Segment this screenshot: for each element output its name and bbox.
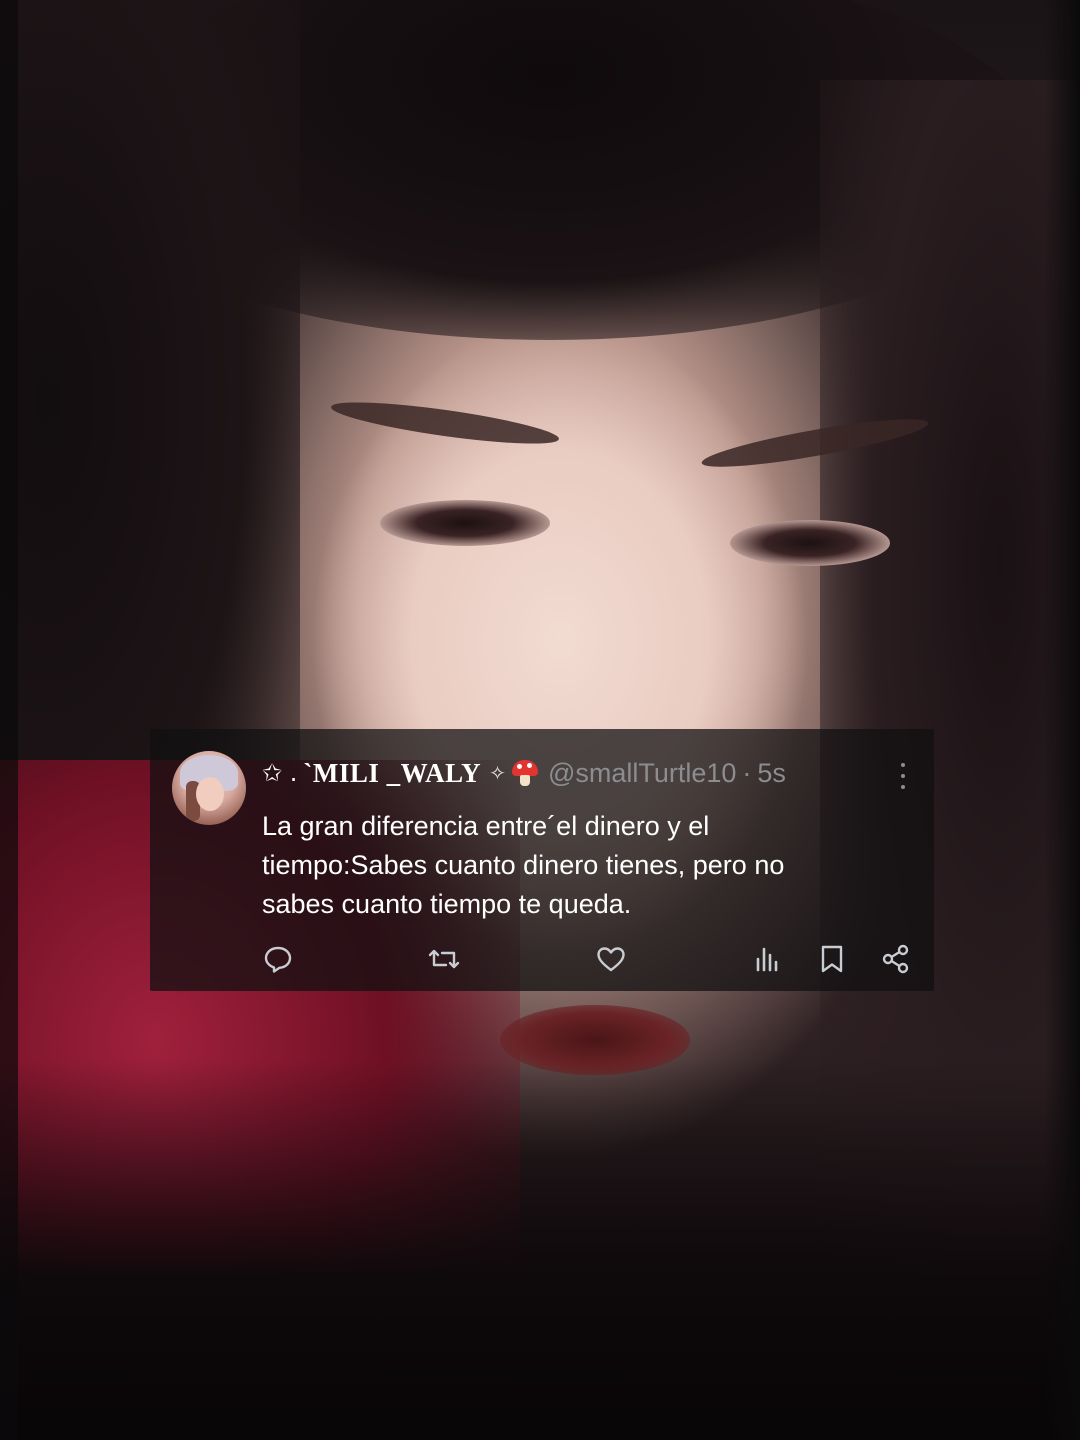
tweet-header: ✩ . `MILI _WALY ✧ @smallTurtle10 · 5s — [262, 753, 786, 793]
display-name[interactable]: `MILI _WALY — [303, 758, 481, 789]
share-icon — [882, 944, 909, 974]
views-bar-chart-icon — [756, 947, 778, 972]
bookmark-icon — [821, 945, 843, 973]
right-edge — [1044, 0, 1080, 1440]
retweet-icon — [428, 949, 460, 969]
meta-separator: · — [742, 757, 752, 788]
tweet-text-line: sabes cuanto tiempo te queda. — [262, 889, 632, 919]
display-name-prefix: ✩ . — [262, 759, 298, 787]
mushroom-emoji-icon — [511, 760, 538, 786]
views-button[interactable] — [750, 941, 786, 977]
share-button[interactable] — [878, 941, 914, 977]
bookmark-button[interactable] — [814, 941, 850, 977]
left-edge — [0, 0, 18, 1440]
heart-icon — [597, 947, 625, 972]
display-name-suffix: ✧ — [489, 761, 506, 785]
retweet-button[interactable] — [426, 941, 462, 977]
reply-button[interactable] — [260, 941, 296, 977]
left-eye — [380, 500, 550, 546]
dark-cloak — [0, 1060, 1080, 1440]
tweet-card[interactable]: ✩ . `MILI _WALY ✧ @smallTurtle10 · 5s La… — [150, 729, 934, 991]
reply-icon — [264, 946, 292, 973]
video-frame: ✩ . `MILI _WALY ✧ @smallTurtle10 · 5s La… — [0, 0, 1080, 1440]
tweet-actions — [150, 941, 934, 981]
avatar[interactable] — [172, 751, 246, 825]
tweet-text: La gran diferencia entre´el dinero y el … — [262, 807, 902, 924]
tweet-text-line: La gran diferencia entre´el dinero y el — [262, 811, 710, 841]
timestamp[interactable]: 5s — [757, 758, 786, 789]
like-button[interactable] — [593, 941, 629, 977]
avatar-face — [196, 777, 224, 811]
right-eye — [730, 520, 890, 566]
user-handle[interactable]: @smallTurtle10 — [548, 758, 736, 789]
more-options-icon[interactable] — [900, 763, 906, 789]
tweet-text-line: tiempo:Sabes cuanto dinero tienes, pero … — [262, 850, 785, 880]
